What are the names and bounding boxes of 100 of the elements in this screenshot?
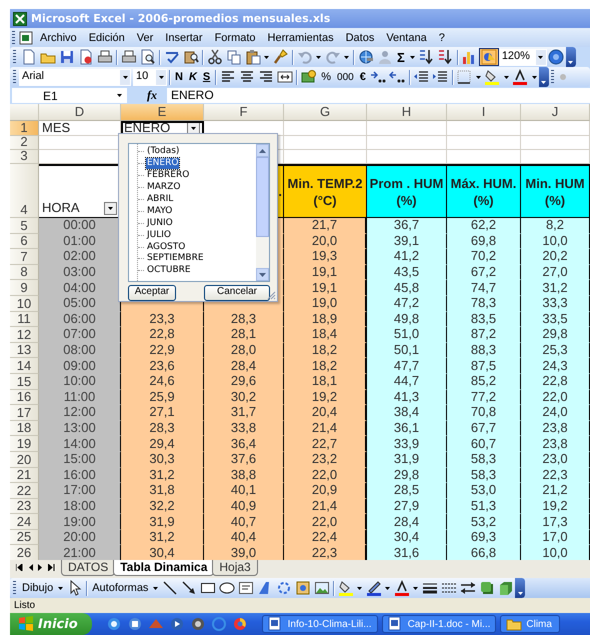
column-header[interactable]: D: [39, 104, 121, 121]
column-header[interactable]: G: [284, 104, 367, 121]
dialog-button[interactable]: Aceptar: [128, 285, 176, 301]
menu-item[interactable]: ?: [432, 32, 451, 44]
row-header[interactable]: 1: [10, 121, 39, 136]
filter-option[interactable]: SEPTIEMBRE: [146, 253, 205, 264]
row-header[interactable]: 16: [10, 390, 39, 406]
row-header[interactable]: 2: [10, 136, 39, 150]
filter-option[interactable]: MARZO: [146, 182, 182, 194]
table-cell: 40,7: [230, 514, 256, 529]
menu-item[interactable]: Formato: [208, 32, 262, 44]
filter-option[interactable]: OCTUBRE: [146, 265, 192, 276]
row-header[interactable]: 21: [10, 468, 39, 484]
table-cell: 36,4: [230, 436, 256, 451]
table-cell: 28,4: [230, 358, 256, 373]
table-cell: 87,2: [470, 327, 496, 342]
row-header[interactable]: 11: [10, 312, 39, 328]
column-header[interactable]: J: [521, 104, 590, 121]
table-cell: 8,2: [546, 218, 564, 232]
table-cell: 20:00: [63, 530, 96, 544]
filter-option[interactable]: JULIO: [146, 230, 172, 241]
table-cell: 21,4: [312, 498, 338, 513]
draw-menu-button[interactable]: Dibujo: [19, 582, 56, 594]
font-size-field[interactable]: 10: [133, 68, 155, 86]
row-header[interactable]: 18: [10, 420, 39, 436]
table-cell: 85,2: [470, 374, 496, 388]
insert-function-button[interactable]: fx: [147, 88, 157, 103]
table-cell: 18,1: [312, 374, 338, 388]
name-box[interactable]: E1: [12, 88, 127, 103]
table-cell: 36,1: [394, 421, 420, 436]
row-header[interactable]: 12: [10, 327, 39, 343]
filter-option[interactable]: MAYO: [146, 206, 174, 217]
row-header[interactable]: 15: [10, 374, 39, 390]
row-header[interactable]: 5: [10, 218, 39, 234]
column-header[interactable]: E: [121, 104, 204, 121]
sheet-tab[interactable]: DATOS: [61, 560, 116, 576]
row-header[interactable]: 8: [10, 264, 39, 280]
table-cell: 10,0: [542, 546, 568, 560]
row-header[interactable]: 20: [10, 452, 39, 468]
bold-button[interactable]: N: [172, 71, 186, 83]
table-cell: 19,1: [312, 265, 338, 280]
column-header[interactable]: F: [204, 104, 284, 121]
thousands-button[interactable]: 000: [334, 72, 357, 82]
autoshapes-menu-button[interactable]: Autoformas: [89, 582, 152, 594]
table-cell: ENERO: [124, 121, 170, 135]
table-cell: 19,2: [542, 498, 568, 513]
column-header[interactable]: I: [447, 104, 521, 121]
filter-option[interactable]: FEBRERO: [146, 170, 190, 182]
row-header[interactable]: 24: [10, 514, 39, 530]
row-header[interactable]: 22: [10, 483, 39, 499]
row-header[interactable]: 6: [10, 234, 39, 250]
filter-option[interactable]: ABRIL: [146, 194, 174, 205]
percent-button[interactable]: %: [318, 71, 334, 83]
table-cell: 39,1: [394, 234, 420, 248]
table-cell: 18,2: [312, 343, 338, 358]
column-header[interactable]: H: [367, 104, 447, 121]
table-cell: 53,2: [470, 514, 496, 529]
menu-item[interactable]: Herramientas: [262, 32, 340, 44]
table-cell: 47,2: [394, 296, 420, 310]
row-header[interactable]: 7: [10, 249, 39, 265]
row-header[interactable]: 17: [10, 405, 39, 421]
row-header[interactable]: 26: [10, 545, 39, 560]
table-cell: 27,9: [394, 498, 420, 513]
row-header[interactable]: 9: [10, 280, 39, 296]
row-header[interactable]: 13: [10, 342, 39, 358]
filter-option[interactable]: ENERO: [146, 158, 180, 170]
italic-button[interactable]: K: [186, 71, 200, 83]
row-header[interactable]: 25: [10, 530, 39, 546]
row-header[interactable]: 14: [10, 358, 39, 374]
row-header[interactable]: 19: [10, 436, 39, 452]
font-field[interactable]: Arial: [19, 68, 119, 86]
table-cell: 88,3: [470, 343, 496, 358]
menu-item[interactable]: Edición: [82, 32, 131, 44]
taskbar-button[interactable]: Clima: [500, 615, 560, 633]
menu-item[interactable]: Insertar: [159, 32, 209, 44]
menu-item[interactable]: Archivo: [34, 32, 83, 44]
menu-item[interactable]: Datos: [340, 32, 380, 44]
menu-item[interactable]: Ventana: [380, 32, 433, 44]
row-header[interactable]: 3: [10, 150, 39, 164]
filter-option[interactable]: AGOSTO: [146, 242, 186, 253]
sheet-tab[interactable]: Tabla Dinamica: [113, 560, 214, 576]
filter-option[interactable]: (Todas): [146, 146, 180, 158]
sheet-tab[interactable]: Hoja3: [212, 560, 258, 576]
taskbar-button[interactable]: Info-10-Clima-Lili...: [262, 615, 378, 633]
euro-button[interactable]: €: [356, 71, 369, 83]
underline-button[interactable]: S: [200, 71, 214, 83]
filter-option[interactable]: JUNIO: [146, 218, 174, 229]
menu-item[interactable]: Ver: [130, 32, 160, 44]
table-cell: 50,1: [394, 343, 420, 358]
taskbar-button[interactable]: Cap-II-1.doc - Mi...: [382, 615, 496, 633]
zoom-field[interactable]: 120%: [498, 48, 535, 66]
row-header[interactable]: 10: [10, 296, 39, 312]
dialog-button[interactable]: Cancelar: [204, 285, 270, 301]
row-header[interactable]: 23: [10, 498, 39, 514]
row-header[interactable]: 4: [10, 164, 39, 218]
table-cell: 19:00: [63, 514, 96, 529]
table-cell: 24,0: [542, 405, 568, 420]
autosum-button[interactable]: Σ: [394, 50, 408, 64]
formula-field[interactable]: ENERO: [167, 88, 590, 103]
table-cell: 21,7: [312, 218, 338, 232]
